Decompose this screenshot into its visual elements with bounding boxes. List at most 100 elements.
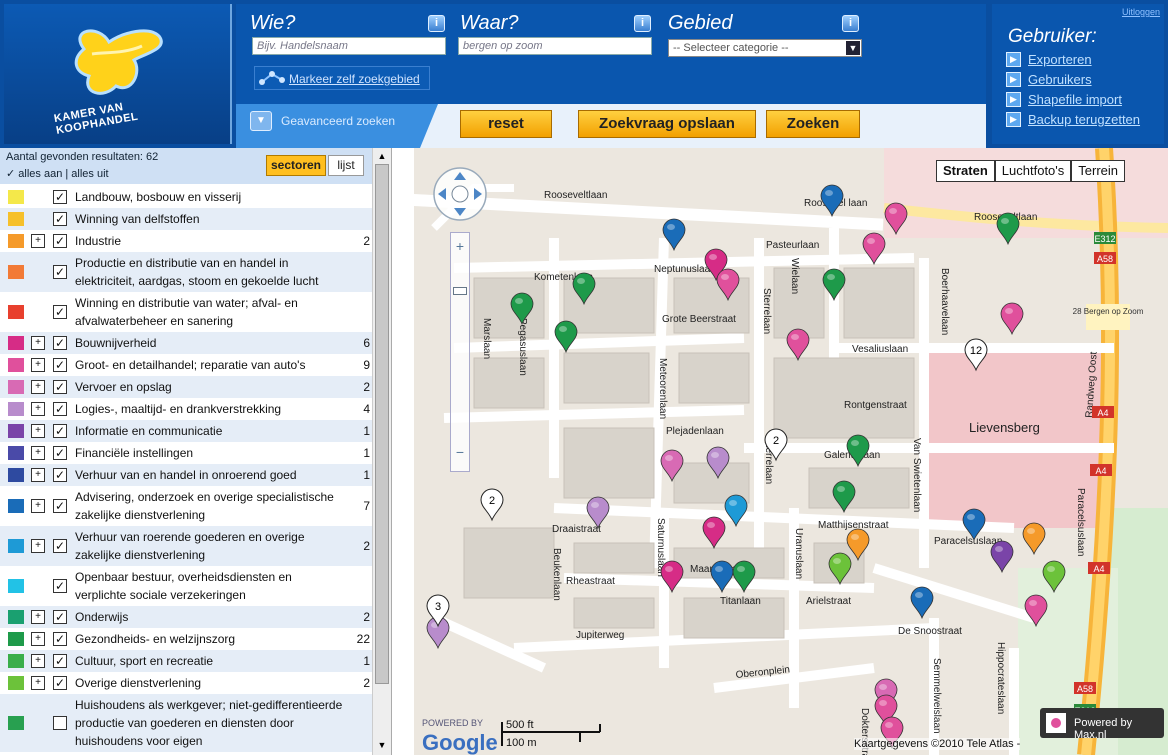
sector-checkbox[interactable]: ✓ <box>53 610 67 624</box>
pan-control-icon[interactable] <box>432 166 488 222</box>
sector-checkbox[interactable]: ✓ <box>53 402 67 416</box>
sector-color-swatch <box>8 234 24 248</box>
sector-checkbox[interactable]: ✓ <box>53 539 67 553</box>
reset-button[interactable]: reset <box>460 110 552 138</box>
sector-checkbox[interactable]: ✓ <box>53 468 67 482</box>
sector-row[interactable]: + ✓ Vervoer en opslag 2 <box>0 376 372 398</box>
sector-checkbox[interactable]: ✓ <box>53 190 67 204</box>
sector-count: 2 <box>363 539 370 553</box>
sector-row[interactable]: + ✓ Verhuur van roerende goederen en overi… <box>0 526 372 566</box>
expand-icon[interactable]: + <box>31 446 45 460</box>
powered-by-max[interactable]: Powered by Max.nl <box>1040 708 1164 741</box>
shapefile-import-link[interactable]: ▶ Shapefile import <box>1006 92 1122 107</box>
sector-checkbox[interactable]: ✓ <box>53 380 67 394</box>
scroll-thumb[interactable] <box>375 164 389 684</box>
zoom-slider[interactable]: + − <box>450 232 470 472</box>
sector-row[interactable]: ✓ Winning van delfstoffen <box>0 208 372 230</box>
sector-checkbox[interactable]: ✓ <box>53 446 67 460</box>
expand-icon[interactable]: + <box>31 358 45 372</box>
all-on-link[interactable]: ✓ alles aan <box>6 168 62 180</box>
sector-row[interactable]: + ✓ Cultuur, sport en recreatie 1 <box>0 650 372 672</box>
sector-row[interactable]: ✓ Openbaar bestuur, overheidsdiensten en … <box>0 566 372 606</box>
road-badge: A4 <box>1090 464 1112 476</box>
map[interactable]: Rooseveltlaan Roosevel laan Rooseveltlaa… <box>414 148 1168 755</box>
sector-checkbox[interactable]: ✓ <box>53 424 67 438</box>
sector-row[interactable]: ✓ Winning en distributie van water; afval… <box>0 292 372 332</box>
wie-input[interactable]: Bijv. Handelsnaam <box>252 37 446 55</box>
sector-checkbox[interactable]: ✓ <box>53 212 67 226</box>
zoom-handle[interactable] <box>453 287 467 295</box>
zoom-in-icon[interactable]: + <box>451 237 469 255</box>
map-canvas[interactable]: Rooseveltlaan Roosevel laan Rooseveltlaa… <box>414 148 1168 755</box>
backup-restore-link[interactable]: ▶ Backup terugzetten <box>1006 112 1140 127</box>
street-label: De Snoostraat <box>898 626 962 637</box>
chevron-down-icon[interactable]: ▼ <box>250 111 272 131</box>
sector-row[interactable]: + ✓ Overige dienstverlening 2 <box>0 672 372 694</box>
sector-checkbox[interactable]: ✓ <box>53 234 67 248</box>
sector-row[interactable]: ✓ Landbouw, bosbouw en visserij <box>0 186 372 208</box>
sector-row[interactable]: Huishoudens als werkgever; niet-gediffer… <box>0 694 372 752</box>
sector-row[interactable]: + ✓ Advisering, onderzoek en overige speci… <box>0 486 372 526</box>
sector-row[interactable]: + ✓ Logies-, maaltijd- en drankverstrekkin… <box>0 398 372 420</box>
sector-checkbox[interactable] <box>53 716 67 730</box>
sector-checkbox[interactable]: ✓ <box>53 305 67 319</box>
scroll-up-icon[interactable]: ▲ <box>375 149 389 163</box>
sector-row[interactable]: + ✓ Informatie en communicatie 1 <box>0 420 372 442</box>
sector-row[interactable]: + ✓ Industrie 2 <box>0 230 372 252</box>
expand-icon[interactable]: + <box>31 632 45 646</box>
sector-checkbox[interactable]: ✓ <box>53 676 67 690</box>
gebied-select[interactable]: -- Selecteer categorie -- ▼ <box>668 39 862 57</box>
scroll-down-icon[interactable]: ▼ <box>375 738 389 752</box>
google-logo: Google <box>422 730 498 755</box>
sector-checkbox[interactable]: ✓ <box>53 358 67 372</box>
map-type-terrein[interactable]: Terrein <box>1071 160 1126 182</box>
sector-count: 1 <box>363 468 370 482</box>
expand-icon[interactable]: + <box>31 380 45 394</box>
waar-info-icon[interactable]: i <box>634 15 651 32</box>
sector-row[interactable]: + ✓ Gezondheids- en welzijnszorg 22 <box>0 628 372 650</box>
expand-icon[interactable]: + <box>31 234 45 248</box>
expand-icon[interactable]: + <box>31 336 45 350</box>
street-label: Rontgenstraat <box>844 400 907 411</box>
tab-lijst[interactable]: lijst <box>328 155 364 176</box>
expand-icon[interactable]: + <box>31 468 45 482</box>
expand-icon[interactable]: + <box>31 499 45 513</box>
expand-icon[interactable]: + <box>31 402 45 416</box>
zoom-out-icon[interactable]: − <box>451 443 469 461</box>
geavanceerd-zoeken-link[interactable]: Geavanceerd zoeken <box>281 114 395 128</box>
sector-checkbox[interactable]: ✓ <box>53 654 67 668</box>
save-query-button[interactable]: Zoekvraag opslaan <box>578 110 756 138</box>
wie-info-icon[interactable]: i <box>428 15 445 32</box>
expand-icon[interactable]: + <box>31 610 45 624</box>
street-label: Matthijsenstraat <box>818 520 889 531</box>
sidebar-scrollbar[interactable]: ▲ ▼ <box>372 148 391 755</box>
sector-checkbox[interactable]: ✓ <box>53 499 67 513</box>
export-link[interactable]: ▶ Exporteren <box>1006 52 1092 67</box>
expand-icon[interactable]: + <box>31 654 45 668</box>
all-off-link[interactable]: | alles uit <box>65 168 108 180</box>
sector-row[interactable]: + ✓ Onderwijs 2 <box>0 606 372 628</box>
expand-icon[interactable]: + <box>31 539 45 553</box>
sector-checkbox[interactable]: ✓ <box>53 265 67 279</box>
sector-row[interactable]: + ✓ Verhuur van en handel in onroerend goe… <box>0 464 372 486</box>
expand-icon[interactable]: + <box>31 424 45 438</box>
tab-sectoren[interactable]: sectoren <box>266 155 326 176</box>
waar-input[interactable]: bergen op zoom <box>458 37 652 55</box>
sector-checkbox[interactable]: ✓ <box>53 579 67 593</box>
sector-row[interactable]: + ✓ Groot- en detailhandel; reparatie van … <box>0 354 372 376</box>
user-title: Gebruiker: <box>1008 26 1097 47</box>
sector-checkbox[interactable]: ✓ <box>53 632 67 646</box>
search-button[interactable]: Zoeken <box>766 110 860 138</box>
map-type-luchtfotos[interactable]: Luchtfoto's <box>994 160 1072 182</box>
kvk-logo[interactable]: KAMER VAN KOOPHANDEL <box>4 4 232 144</box>
gebied-info-icon[interactable]: i <box>842 15 859 32</box>
map-type-straten[interactable]: Straten <box>936 160 995 182</box>
sector-checkbox[interactable]: ✓ <box>53 336 67 350</box>
road-badge-label: A4 <box>1093 564 1104 574</box>
users-link[interactable]: ▶ Gebruikers <box>1006 72 1092 87</box>
sector-row[interactable]: + ✓ Bouwnijverheid 6 <box>0 332 372 354</box>
logout-link[interactable]: Uitloggen <box>1122 7 1160 17</box>
sector-row[interactable]: ✓ Productie en distributie van en handel … <box>0 252 372 292</box>
sector-row[interactable]: + ✓ Financiële instellingen 1 <box>0 442 372 464</box>
expand-icon[interactable]: + <box>31 676 45 690</box>
